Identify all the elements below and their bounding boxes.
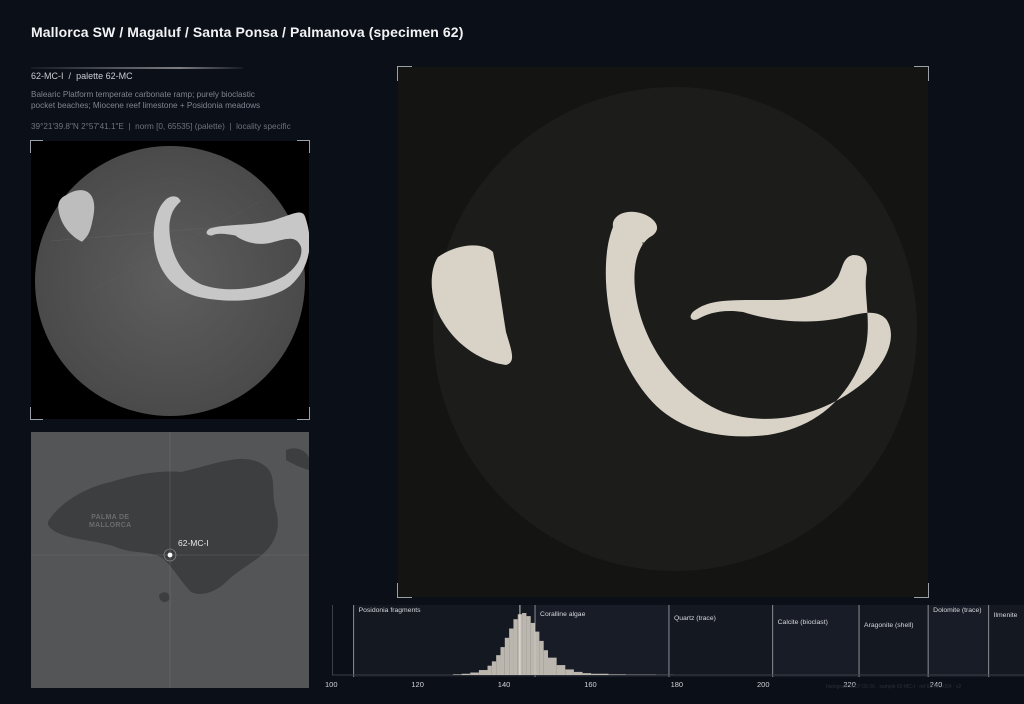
histogram-bar <box>548 657 557 675</box>
corner-bracket <box>397 583 412 598</box>
histogram-bar <box>556 665 566 675</box>
palette-name: palette 62-MC <box>76 71 133 81</box>
thumbnail-ct-slice[interactable] <box>30 140 310 420</box>
norm-range: norm [0, 65535] (palette) <box>135 122 225 131</box>
histogram-bar <box>535 631 540 675</box>
band-region <box>859 605 929 677</box>
histogram-bar <box>543 650 548 675</box>
x-tick-label: 100 <box>325 680 338 689</box>
histogram-bar <box>526 616 531 675</box>
band-label: Dolomite (trace) <box>933 607 982 614</box>
page-title: Mallorca SW / Magaluf / Santa Ponsa / Pa… <box>31 24 464 40</box>
band-label: Ilmenite <box>993 612 1018 619</box>
specimen-id-line: 62-MC-I / palette 62-MC <box>31 71 133 81</box>
corner-bracket <box>914 66 929 81</box>
main-ct-view[interactable] <box>397 66 929 598</box>
histogram-bar <box>461 673 471 675</box>
meta-separator: | <box>128 122 131 131</box>
histogram-bar <box>573 671 583 675</box>
specimen-id: 62-MC-I <box>31 71 64 81</box>
locality-scope: locality specific <box>236 122 291 131</box>
corner-bracket <box>30 407 43 420</box>
coordinates: 39°21'39.8"N 2°57'41.1"E <box>31 122 124 131</box>
x-tick-label: 120 <box>411 680 424 689</box>
city-label-line1: PALMA DE <box>91 514 130 521</box>
meta-separator: | <box>229 122 232 131</box>
histogram-bar <box>500 647 505 675</box>
map-pin-label: 62-MC-I <box>178 538 209 548</box>
band-label: Calcite (bioclast) <box>777 619 828 626</box>
location-pin-icon[interactable] <box>167 552 173 558</box>
histogram-bar <box>509 628 514 675</box>
band-region <box>928 605 989 677</box>
histogram-bar <box>513 619 518 675</box>
specimen-meta: 39°21'39.8"N 2°57'41.1"E | norm [0, 6553… <box>31 122 291 131</box>
locator-map[interactable]: PALMA DE MALLORCA 62-MC-I <box>31 432 309 688</box>
band-label: Coralline algae <box>540 611 586 618</box>
main-ct-image <box>431 87 917 571</box>
band-region <box>772 605 860 677</box>
specimen-description: Balearic Platform temperate carbonate ra… <box>31 90 261 110</box>
corner-bracket <box>30 140 43 153</box>
histogram-bar <box>582 673 592 675</box>
thumbnail-image <box>35 146 309 416</box>
band-label: Posidonia fragments <box>358 607 421 614</box>
id-separator: / <box>68 71 72 81</box>
histogram-bar <box>470 672 479 675</box>
header-rule <box>31 67 243 69</box>
histogram-bar <box>491 661 497 675</box>
band-label: Quartz (trace) <box>673 615 716 622</box>
histogram-footnote: histogram 2007-03-26 · sample 62-MC-I · … <box>826 684 962 690</box>
x-tick-label: 160 <box>584 680 597 689</box>
x-tick-label: 180 <box>670 680 684 689</box>
histogram-bar <box>530 622 536 675</box>
x-tick-label: 140 <box>497 680 511 689</box>
histogram-bar <box>608 674 626 675</box>
field-of-view-disc <box>35 146 305 416</box>
x-tick-label: 200 <box>757 680 770 689</box>
city-label-line2: MALLORCA <box>89 521 132 529</box>
map-image <box>31 432 309 688</box>
corner-bracket <box>914 583 929 598</box>
histogram-bar <box>452 674 462 675</box>
histogram-bar <box>504 637 510 675</box>
band-label: Aragonite (shell) <box>864 622 914 629</box>
map-city-label: PALMA DE MALLORCA <box>89 514 131 529</box>
corner-bracket <box>297 140 310 153</box>
histogram-bar <box>539 640 544 675</box>
histogram-bar <box>522 613 527 675</box>
histogram-bar <box>496 655 501 675</box>
histogram-bar <box>478 670 488 675</box>
corner-bracket <box>297 407 310 420</box>
field-of-view-disc <box>433 87 917 571</box>
histogram-bar <box>591 673 609 675</box>
histogram-bar <box>565 669 574 675</box>
histogram-bar <box>487 665 492 675</box>
corner-bracket <box>397 66 412 81</box>
